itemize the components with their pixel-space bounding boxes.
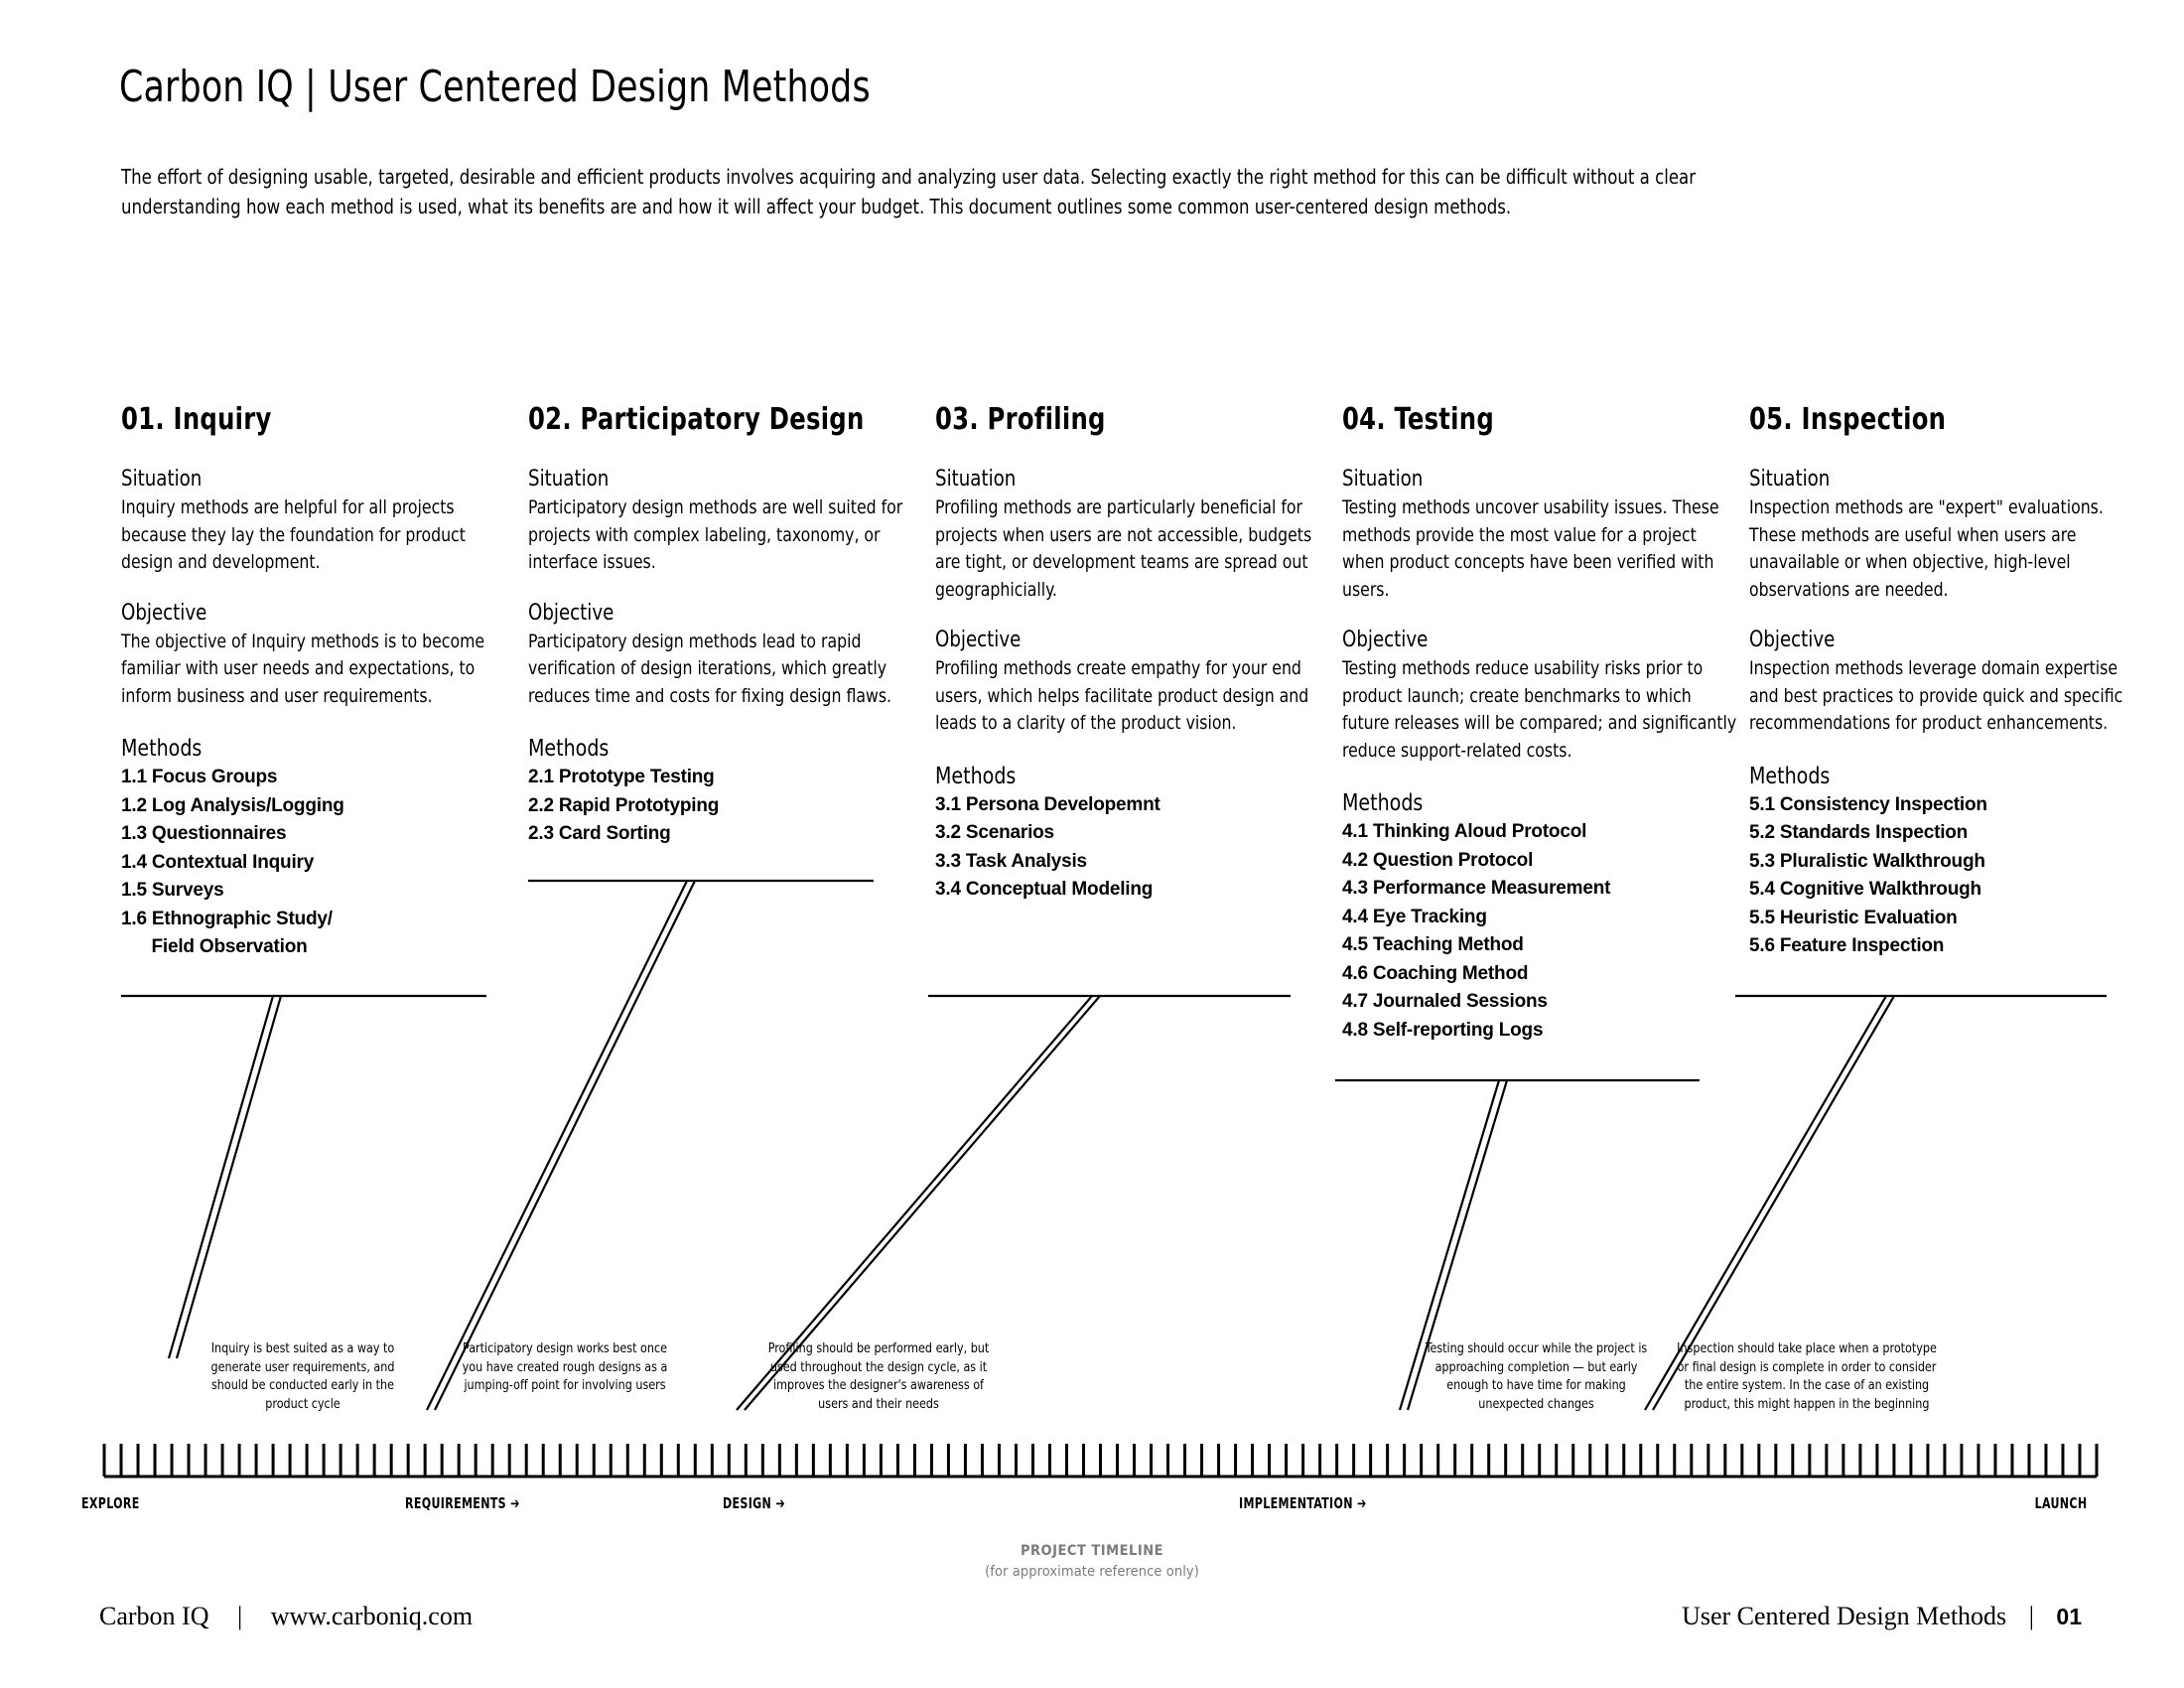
annotation-testing: Testing should occur while the project i… <box>1425 1340 1648 1412</box>
timeline-mark-implementation: IMPLEMENTATION ➔ <box>1239 1494 1367 1512</box>
situation-text: Participatory design methods are well su… <box>528 496 903 573</box>
column-title: 03. Profiling <box>935 402 1106 437</box>
method-item: 4.5 Teaching Method <box>1342 934 1524 955</box>
method-item: 2.1 Prototype Testing <box>528 767 715 787</box>
annotation-participatory-design: Participatory design works best once you… <box>462 1340 668 1393</box>
methods-heading: Methods <box>1342 790 1424 816</box>
objective-heading: Objective <box>528 600 614 626</box>
method-item: 4.3 Performance Measurement <box>1342 878 1611 899</box>
objective-heading: Objective <box>935 628 1022 652</box>
objective-text: Testing methods reduce usability risks p… <box>1342 657 1737 762</box>
method-item: 1.4 Contextual Inquiry <box>121 851 315 873</box>
objective-text: Inspection methods leverage domain exper… <box>1749 657 2123 734</box>
intro-paragraph: The effort of designing usable, targeted… <box>121 165 1697 218</box>
method-item: 5.1 Consistency Inspection <box>1749 793 1987 815</box>
ruler-ticks <box>102 1444 2099 1477</box>
method-item: 4.7 Journaled Sessions <box>1342 991 1548 1012</box>
methods-list: 4.1 Thinking Aloud Protocol 4.2 Question… <box>1342 818 1739 1045</box>
objective-text: The objective of Inquiry methods is to b… <box>121 630 485 707</box>
situation-heading: Situation <box>1342 467 1424 492</box>
column-title: 02. Participatory Design <box>528 402 865 437</box>
bone-diagonal-01-b <box>167 995 275 1359</box>
methods-heading: Methods <box>121 736 203 762</box>
annotation-profiling: Profiling should be performed early, but… <box>767 1340 990 1412</box>
footer-brand: Carbon IQ <box>99 1602 209 1630</box>
objective-heading: Objective <box>1749 628 1836 652</box>
situation-text: Testing methods uncover usability issues… <box>1342 496 1719 601</box>
method-item: 5.6 Feature Inspection <box>1749 935 1945 956</box>
objective-text: Participatory design methods lead to rap… <box>528 630 892 707</box>
objective-heading: Objective <box>121 600 207 626</box>
method-column-participatory-design: 02. Participatory Design Situation Parti… <box>528 402 925 849</box>
methods-heading: Methods <box>935 763 1017 789</box>
annotation-inspection: Inspection should take place when a prot… <box>1677 1340 1937 1412</box>
annotation-inquiry: Inquiry is best suited as a way to gener… <box>210 1340 395 1412</box>
method-item: 5.5 Heuristic Evaluation <box>1749 907 1958 928</box>
method-item: 3.4 Conceptual Modeling <box>935 879 1154 900</box>
method-item: 1.2 Log Analysis/Logging <box>121 794 344 816</box>
footer-right: User Centered Design Methods | 01 <box>1682 1602 2082 1631</box>
method-item: 3.3 Task Analysis <box>935 850 1087 872</box>
methods-list: 5.1 Consistency Inspection 5.2 Standards… <box>1749 791 2146 961</box>
footer-page-number: 01 <box>2056 1604 2082 1629</box>
footer-separator: | <box>2028 1602 2034 1630</box>
column-title: 04. Testing <box>1342 402 1494 437</box>
method-item: 2.2 Rapid Prototyping <box>528 794 720 816</box>
situation-text: Inquiry methods are helpful for all proj… <box>121 496 466 573</box>
timeline-caption: PROJECT TIMELINE (for approximate refere… <box>0 1541 2184 1583</box>
situation-heading: Situation <box>935 467 1017 492</box>
method-item: 4.1 Thinking Aloud Protocol <box>1342 821 1587 842</box>
method-item: 2.3 Card Sorting <box>528 823 671 844</box>
method-column-inspection: 05. Inspection Situation Inspection meth… <box>1749 402 2146 961</box>
bone-diagonal-01-a <box>175 995 283 1359</box>
objective-text: Profiling methods create empathy for you… <box>935 657 1309 734</box>
situation-text: Inspection methods are "expert" evaluati… <box>1749 496 2104 601</box>
situation-text: Profiling methods are particularly benef… <box>935 496 1312 601</box>
column-title: 01. Inquiry <box>121 402 272 437</box>
method-item: Field Observation <box>121 936 308 957</box>
situation-heading: Situation <box>1749 467 1831 492</box>
footer-website[interactable]: www.carboniq.com <box>271 1602 473 1630</box>
method-item: 1.6 Ethnographic Study/ <box>121 908 333 929</box>
method-column-testing: 04. Testing Situation Testing methods un… <box>1342 402 1739 1045</box>
method-item: 1.1 Focus Groups <box>121 767 278 787</box>
footer-doc-title: User Centered Design Methods <box>1682 1602 2007 1630</box>
methods-heading: Methods <box>528 736 610 762</box>
method-item: 4.4 Eye Tracking <box>1342 906 1487 927</box>
timeline-mark-design: DESIGN ➔ <box>723 1494 785 1512</box>
method-column-profiling: 03. Profiling Situation Profiling method… <box>935 402 1332 905</box>
situation-heading: Situation <box>121 467 203 492</box>
methods-list: 2.1 Prototype Testing 2.2 Rapid Prototyp… <box>528 764 925 849</box>
method-item: 4.6 Coaching Method <box>1342 962 1529 984</box>
timeline-mark-requirements: REQUIREMENTS ➔ <box>405 1494 520 1512</box>
method-item: 4.8 Self-reporting Logs <box>1342 1019 1544 1041</box>
column-title: 05. Inspection <box>1749 402 1947 437</box>
methods-list: 1.1 Focus Groups 1.2 Log Analysis/Loggin… <box>121 764 518 962</box>
footer-separator: | <box>236 1602 243 1630</box>
footer-left: Carbon IQ | www.carboniq.com <box>99 1602 473 1631</box>
method-item: 5.4 Cognitive Walkthrough <box>1749 879 1981 900</box>
timeline-mark-explore: EXPLORE <box>81 1494 140 1512</box>
timeline-mark-launch: LAUNCH <box>2034 1494 2087 1512</box>
method-item: 5.3 Pluralistic Walkthrough <box>1749 850 1985 872</box>
project-timeline-ruler <box>102 1444 2099 1478</box>
situation-heading: Situation <box>528 467 610 492</box>
timeline-caption-subtitle: (for approximate reference only) <box>985 1564 1199 1580</box>
method-item: 5.2 Standards Inspection <box>1749 822 1969 843</box>
timeline-caption-title: PROJECT TIMELINE <box>1020 1543 1164 1559</box>
objective-heading: Objective <box>1342 628 1429 652</box>
method-item: 1.3 Questionnaires <box>121 823 287 844</box>
method-item: 3.1 Persona Developemnt <box>935 793 1160 815</box>
method-column-inquiry: 01. Inquiry Situation Inquiry methods ar… <box>121 402 518 962</box>
method-item: 1.5 Surveys <box>121 880 224 901</box>
method-item: 4.2 Question Protocol <box>1342 849 1534 871</box>
page-title: Carbon IQ | User Centered Design Methods <box>119 62 871 112</box>
method-item: 3.2 Scenarios <box>935 822 1054 843</box>
methods-heading: Methods <box>1749 763 1831 789</box>
methods-list: 3.1 Persona Developemnt 3.2 Scenarios 3.… <box>935 791 1332 905</box>
